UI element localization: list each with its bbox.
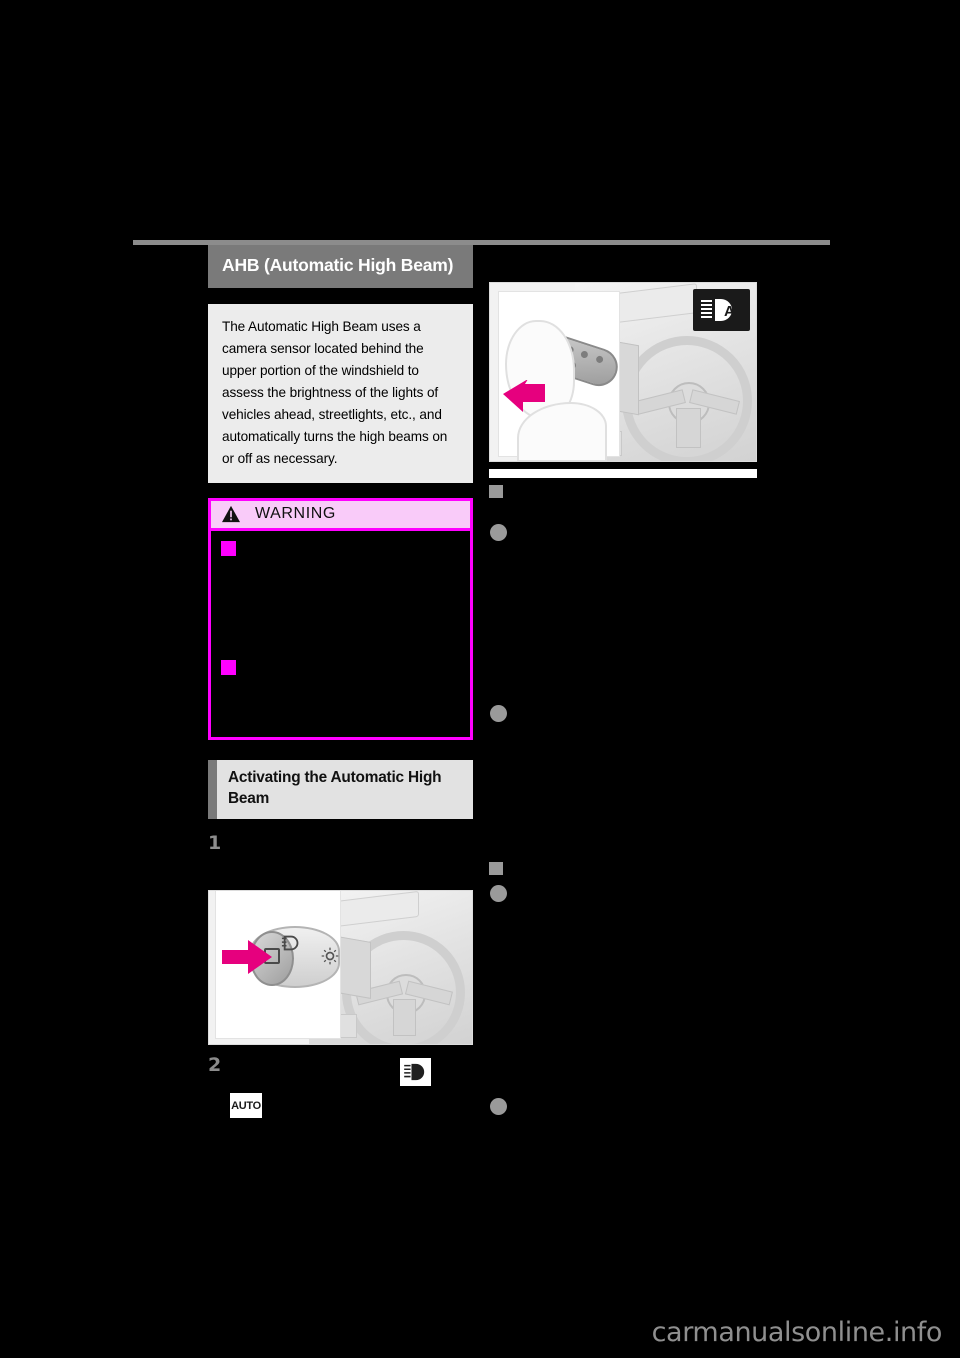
step-number-1: 1	[208, 831, 222, 854]
warning-label: WARNING	[255, 505, 336, 523]
lever-closeup-card	[498, 291, 623, 461]
right-section-1-heading-marker	[489, 485, 503, 498]
auto-headlight-icon: AUTO	[230, 1093, 262, 1118]
page-title: AHB (Automatic High Beam)	[208, 245, 473, 289]
steering-wheel-graphic-2	[622, 336, 753, 461]
warning-body	[211, 531, 470, 737]
warning-box: WARNING	[208, 498, 473, 741]
auto-label: AUTO	[231, 1099, 261, 1112]
site-watermark: carmanualsonline.info	[651, 1317, 943, 1348]
right-section-2-heading-marker	[489, 862, 503, 875]
step-number-2: 2	[208, 1053, 222, 1076]
right-section-1-bullet-marker-2	[490, 705, 507, 722]
high-beam-headlight-icon	[400, 1058, 431, 1086]
right-section-2-bullet-marker-1	[490, 885, 507, 902]
direction-arrow-icon	[222, 939, 272, 974]
right-column-divider	[489, 469, 757, 478]
parking-light-symbol-icon	[321, 947, 339, 965]
right-column: A	[489, 282, 757, 462]
manual-page: AHB (Automatic High Beam) The Automatic …	[0, 0, 960, 1358]
subsection-title: Activating the Automatic High Beam	[208, 760, 473, 819]
intro-paragraph: The Automatic High Beam uses a camera se…	[208, 304, 473, 484]
warning-bullet-marker-1	[221, 541, 236, 557]
direction-arrow-icon-2	[503, 380, 545, 412]
warning-bullet-marker-2	[221, 660, 236, 676]
left-column: AHB (Automatic High Beam) The Automatic …	[208, 245, 473, 1075]
warning-triangle-icon	[222, 506, 240, 523]
ahb-indicator-icon: A	[693, 289, 750, 331]
headlight-lever-illustration: A	[489, 282, 757, 462]
headlight-switch-dial-illustration	[208, 889, 473, 1045]
headlight-symbol-icon	[281, 935, 299, 951]
svg-text:A: A	[724, 303, 735, 320]
warning-header: WARNING	[211, 501, 470, 532]
switch-closeup-card	[215, 890, 341, 1039]
right-section-2-bullet-marker-2	[490, 1098, 507, 1115]
right-section-1-bullet-marker-1	[490, 524, 507, 541]
